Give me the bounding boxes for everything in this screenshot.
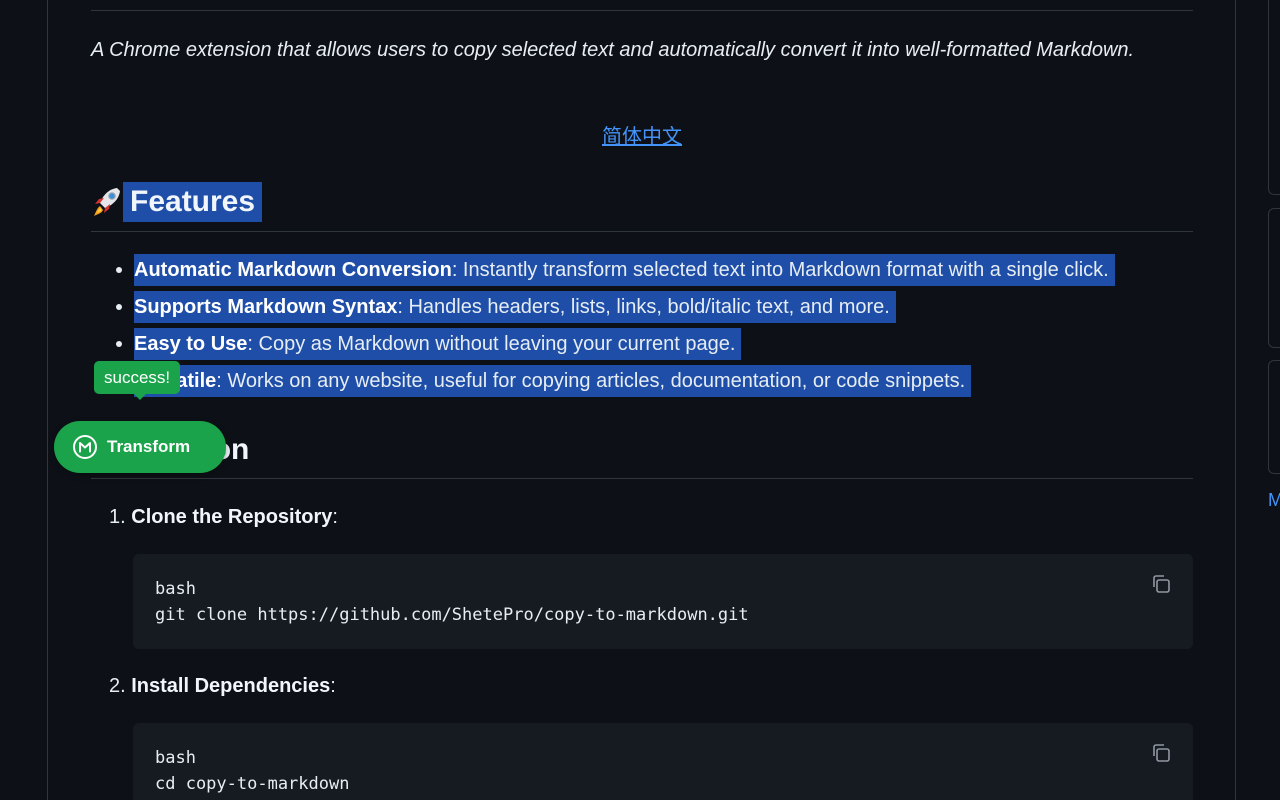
code-line: bash [155,579,196,599]
features-heading: Features [91,182,263,222]
features-heading-text: Features [123,182,263,222]
chinese-readme-link[interactable]: 简体中文 [91,120,1193,149]
step-number: 2. [109,675,126,697]
step-suffix: : [332,506,338,528]
list-item: Easy to Use: Copy as Markdown without le… [91,328,1193,365]
code-block: bash git clone https://github.com/SheteP… [133,554,1193,649]
code-block: bash cd copy-to-markdown [133,723,1193,800]
step-title: Clone the Repository [131,506,333,528]
list-item: Automatic Markdown Conversion: Instantly… [91,254,1193,291]
install-step: 2. Install Dependencies: [109,670,336,702]
copy-icon[interactable] [1149,572,1173,596]
content-border-left [47,0,48,800]
code-line: bash [155,748,196,768]
copy-icon[interactable] [1149,741,1173,765]
transform-button[interactable]: Transform [54,421,226,473]
divider [91,10,1193,11]
readme-tagline: A Chrome extension that allows users to … [91,39,1135,61]
feature-title: Easy to Use [134,333,248,355]
transform-button-label: Transform [107,437,191,456]
list-item: Supports Markdown Syntax: Handles header… [91,291,1193,328]
feature-title: Supports Markdown Syntax [134,296,398,318]
code-line: cd copy-to-markdown [155,774,350,794]
feature-title: Automatic Markdown Conversion [134,259,452,281]
markdown-m-icon [73,435,97,459]
install-step: 1. Clone the Repository: [109,501,338,533]
content-border-right [1235,0,1236,800]
features-list: Automatic Markdown Conversion: Instantly… [91,254,1193,402]
step-suffix: : [330,675,336,697]
feature-text: : Handles headers, lists, links, bold/it… [397,296,890,318]
heading-rule [91,478,1193,479]
rocket-icon [94,188,120,216]
list-item: Versatile: Works on any website, useful … [91,365,1193,402]
step-number: 1. [109,506,126,528]
step-title: Install Dependencies [131,675,331,697]
success-toast: success! [94,361,181,400]
feature-text: : Works on any website, useful for copyi… [216,370,966,392]
feature-text: : Instantly transform selected text into… [451,259,1109,281]
heading-rule [91,231,1193,232]
sidebar-panel-languages [1268,360,1280,474]
sidebar-link[interactable]: M [1268,490,1280,511]
code-line: git clone https://github.com/ShetePro/co… [155,605,749,625]
sidebar-panel-releases [1268,208,1280,348]
feature-text: : Copy as Markdown without leaving your … [247,333,736,355]
sidebar-panel-about [1268,0,1280,195]
